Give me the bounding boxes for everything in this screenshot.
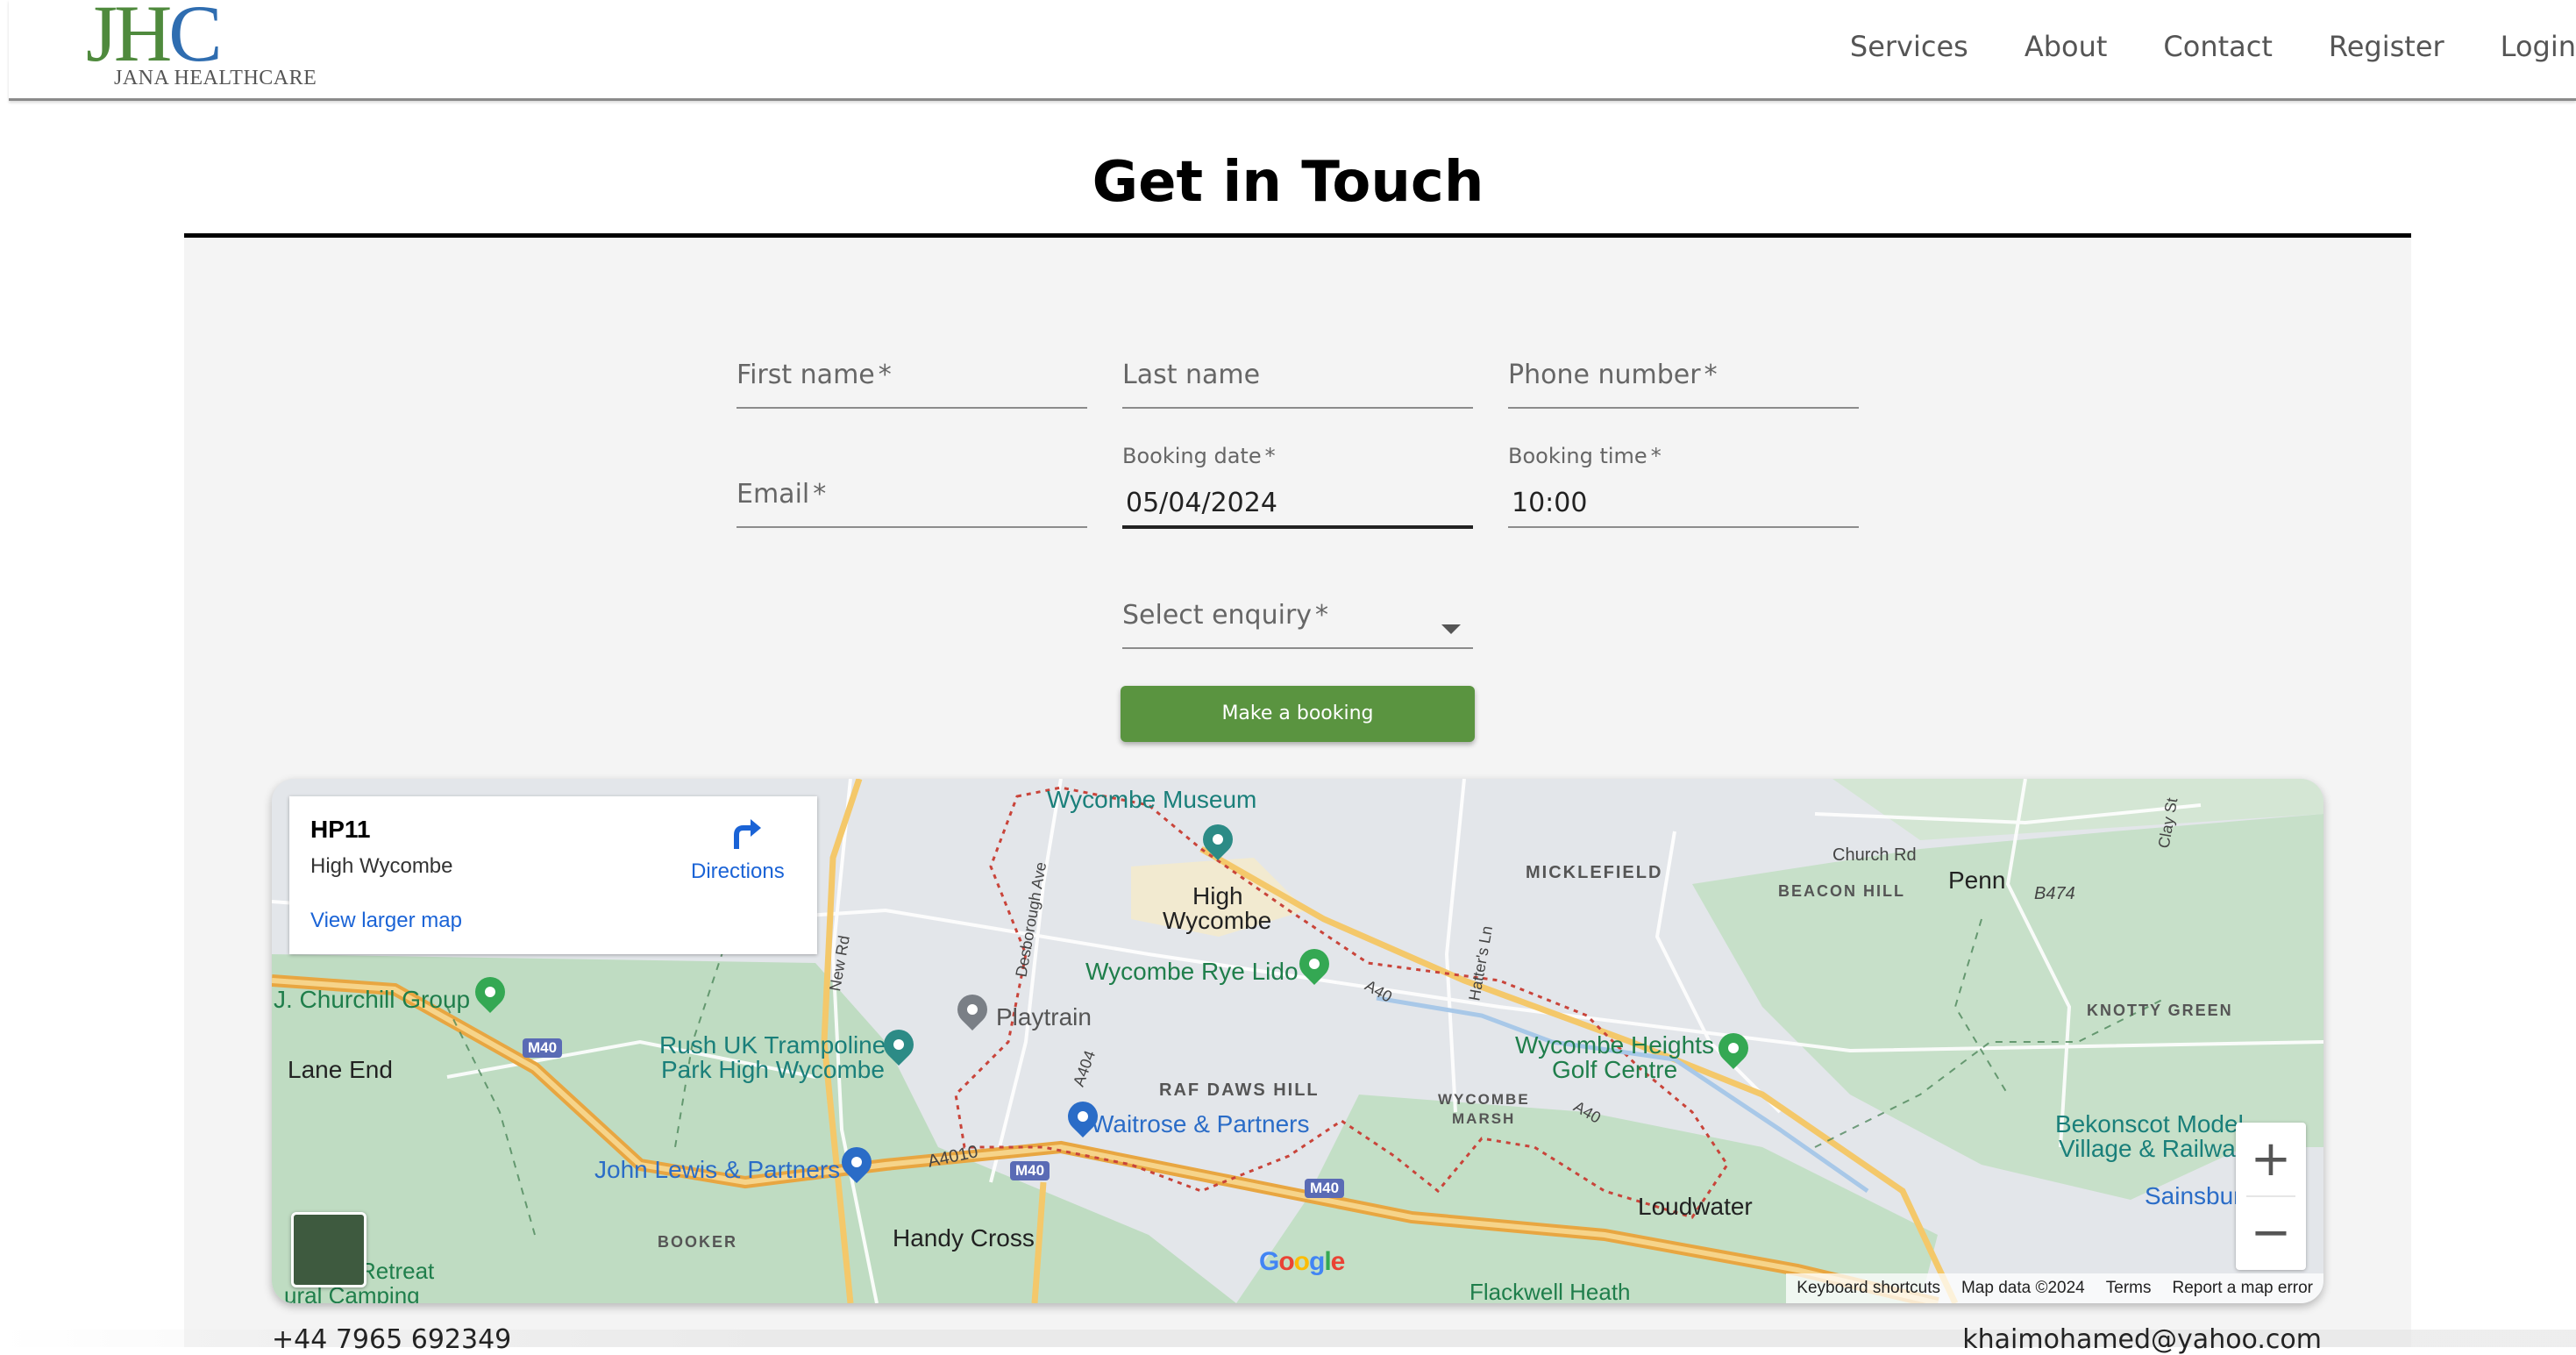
map-label-booker: BOOKER bbox=[658, 1233, 738, 1251]
map-label-wycombe-marsh-1: WYCOMBE bbox=[1438, 1091, 1530, 1108]
map-label-beacon-hill: BEACON HILL bbox=[1778, 882, 1905, 900]
email-label: Email * bbox=[737, 479, 827, 510]
enquiry-label: Select enquiry * bbox=[1122, 600, 1329, 631]
last-name-label: Last name bbox=[1122, 360, 1261, 390]
map-data-text: Map data ©2024 bbox=[1960, 1279, 2085, 1297]
booking-date-value: 05/04/2024 bbox=[1126, 488, 1277, 518]
footer-email[interactable]: khaimohamed@yahoo.com bbox=[1962, 1324, 2322, 1355]
nav-links: Services About Contact Register Login bbox=[1794, 26, 2576, 70]
zoom-in-button[interactable]: + bbox=[2236, 1123, 2306, 1196]
chevron-down-icon bbox=[1441, 624, 1461, 634]
booking-date-underline bbox=[1122, 525, 1473, 529]
map-attribution: Keyboard shortcuts Map data ©2024 Terms … bbox=[1786, 1273, 2323, 1303]
terms-link[interactable]: Terms bbox=[2106, 1279, 2152, 1298]
place-town: High Wycombe bbox=[310, 854, 453, 878]
view-larger-map-link[interactable]: View larger map bbox=[310, 909, 462, 933]
map-label-sainsbury: Sainsbur bbox=[2145, 1182, 2242, 1209]
enquiry-select[interactable]: Select enquiry * bbox=[1122, 600, 1473, 653]
logo[interactable]: JHC JANA HEALTHCARE bbox=[86, 0, 317, 95]
place-info-card: HP11 High Wycombe View larger map Direct… bbox=[289, 796, 817, 954]
map-label-wycombe-rye-lido: Wycombe Rye Lido bbox=[1085, 958, 1299, 985]
google-logo: Google bbox=[1259, 1247, 1345, 1276]
map-label-wycombe-museum: Wycombe Museum bbox=[1047, 786, 1257, 813]
map-label-rush-uk-2: Park High Wycombe bbox=[661, 1056, 885, 1083]
zoom-out-button[interactable]: − bbox=[2236, 1196, 2306, 1270]
satellite-view-toggle[interactable] bbox=[291, 1212, 366, 1287]
email-underline bbox=[737, 526, 1087, 528]
place-postcode: HP11 bbox=[310, 816, 371, 843]
nav-services[interactable]: Services bbox=[1850, 26, 1968, 70]
first-name-underline bbox=[737, 407, 1087, 409]
nav-login[interactable]: Login bbox=[2501, 26, 2576, 70]
booking-date-label: Booking date * bbox=[1122, 444, 1276, 468]
navbar: JHC JANA HEALTHCARE Services About Conta… bbox=[9, 0, 2576, 101]
report-error-link[interactable]: Report a map error bbox=[2172, 1279, 2313, 1298]
booking-time-value: 10:00 bbox=[1512, 488, 1588, 518]
map-label-micklefield: MICKLEFIELD bbox=[1526, 863, 1663, 882]
map-label-lane-end: Lane End bbox=[288, 1056, 393, 1083]
phone-underline bbox=[1508, 407, 1859, 409]
first-name-field[interactable]: First name * bbox=[737, 360, 1087, 412]
map-label-b474: B474 bbox=[2034, 884, 2075, 903]
map[interactable]: Wycombe Museum High Wycombe MICKLEFIELD … bbox=[272, 779, 2323, 1303]
map-label-wycombe: Wycombe bbox=[1163, 907, 1272, 934]
map-label-churchill-group: J. Churchill Group bbox=[274, 986, 471, 1013]
zoom-controls: + − bbox=[2236, 1123, 2306, 1270]
map-label-m40-c: M40 bbox=[1305, 1179, 1345, 1198]
map-label-wycombe-marsh-2: MARSH bbox=[1452, 1110, 1516, 1127]
nav-about[interactable]: About bbox=[2025, 26, 2108, 70]
footer-phone: +44 7965 692349 bbox=[272, 1324, 512, 1355]
last-name-underline bbox=[1122, 407, 1473, 409]
booking-date-field[interactable]: Booking date * 05/04/2024 bbox=[1122, 444, 1473, 531]
map-label-m40-a: M40 bbox=[523, 1038, 563, 1058]
map-label-bekonscot-2: Village & Railway bbox=[2059, 1135, 2248, 1162]
make-booking-button[interactable]: Make a booking bbox=[1121, 686, 1475, 742]
map-label-playtrain: Playtrain bbox=[996, 1003, 1092, 1031]
phone-label: Phone number * bbox=[1508, 360, 1718, 390]
keyboard-shortcuts-link[interactable]: Keyboard shortcuts bbox=[1797, 1279, 1940, 1298]
last-name-field[interactable]: Last name bbox=[1122, 360, 1473, 412]
map-label-church-rd: Church Rd bbox=[1832, 845, 1917, 865]
nav-contact[interactable]: Contact bbox=[2163, 26, 2273, 70]
map-label-loudwater: Loudwater bbox=[1638, 1193, 1753, 1220]
map-label-flackwell-heath: Flackwell Heath bbox=[1469, 1279, 1631, 1303]
map-label-retreat: Retreat bbox=[359, 1258, 435, 1284]
directions-icon[interactable] bbox=[729, 816, 765, 851]
logo-monogram: JHC bbox=[86, 0, 223, 78]
page-title: Get in Touch bbox=[1092, 150, 1484, 215]
map-label-wycombe-heights-2: Golf Centre bbox=[1552, 1056, 1678, 1083]
nav-register[interactable]: Register bbox=[2329, 26, 2444, 70]
booking-time-label: Booking time * bbox=[1508, 444, 1662, 468]
map-label-knotty-green: KNOTTY GREEN bbox=[2087, 1002, 2233, 1019]
map-label-waitrose: Waitrose & Partners bbox=[1091, 1110, 1310, 1137]
booking-time-underline bbox=[1508, 526, 1859, 528]
map-label-john-lewis: John Lewis & Partners bbox=[594, 1156, 841, 1183]
map-label-handy-cross: Handy Cross bbox=[893, 1224, 1035, 1252]
phone-field[interactable]: Phone number * bbox=[1508, 360, 1859, 412]
map-label-m40-b: M40 bbox=[1010, 1161, 1050, 1180]
booking-time-field[interactable]: Booking time * 10:00 bbox=[1508, 444, 1859, 531]
email-field[interactable]: Email * bbox=[737, 479, 1087, 531]
logo-name: JANA HEALTHCARE bbox=[114, 67, 317, 89]
enquiry-underline bbox=[1122, 647, 1473, 649]
directions-link[interactable]: Directions bbox=[691, 859, 785, 884]
map-label-raf-daws-hill: RAF DAWS HILL bbox=[1159, 1080, 1320, 1100]
first-name-label: First name * bbox=[737, 360, 892, 390]
map-label-penn: Penn bbox=[1948, 866, 2006, 894]
